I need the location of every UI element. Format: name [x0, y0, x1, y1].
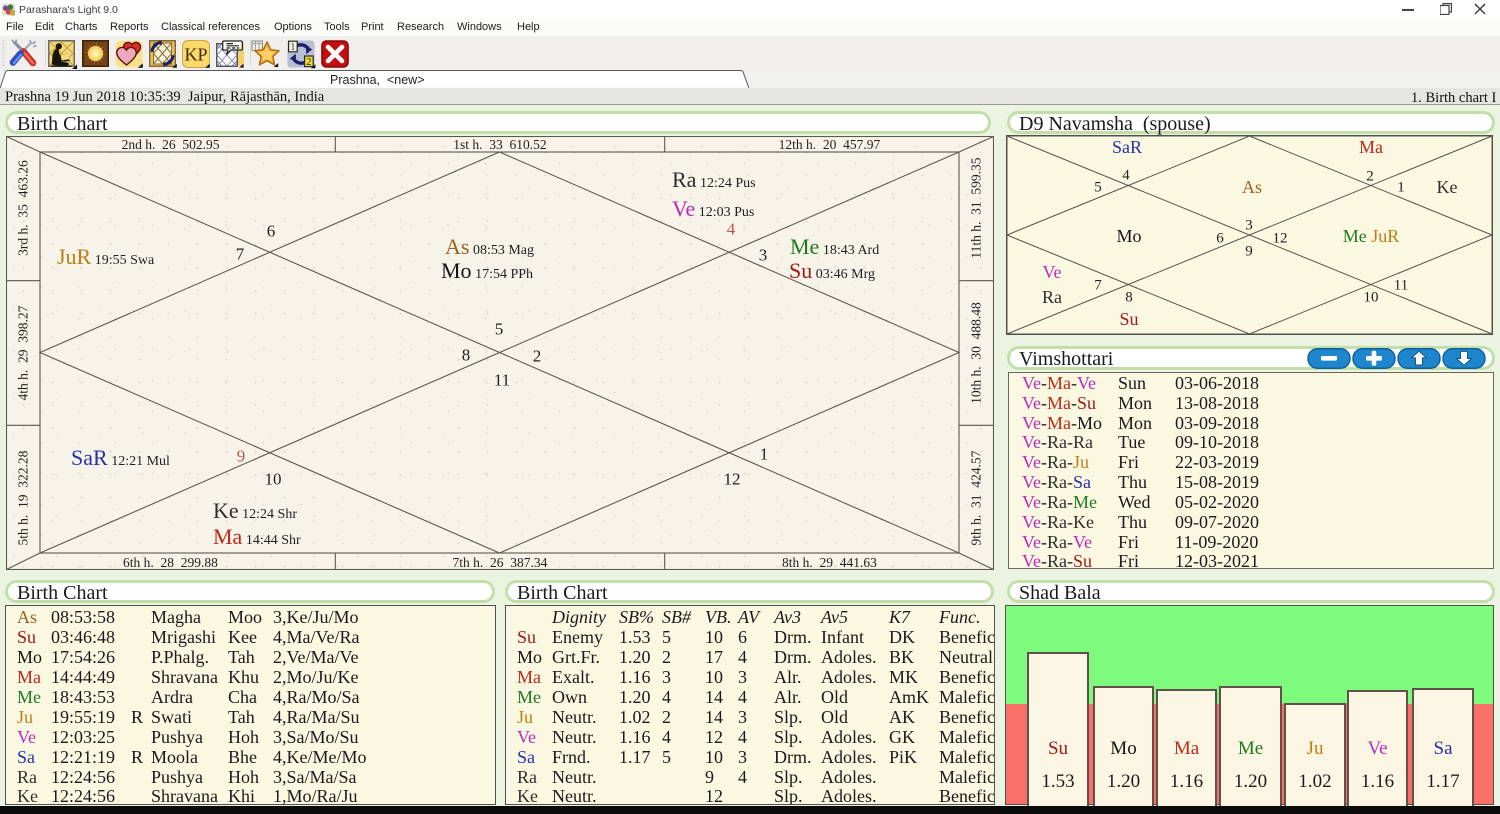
svg-text:2: 2 — [306, 57, 311, 68]
svg-text:KP: KP — [184, 45, 207, 65]
svg-text:1: 1 — [290, 42, 295, 53]
